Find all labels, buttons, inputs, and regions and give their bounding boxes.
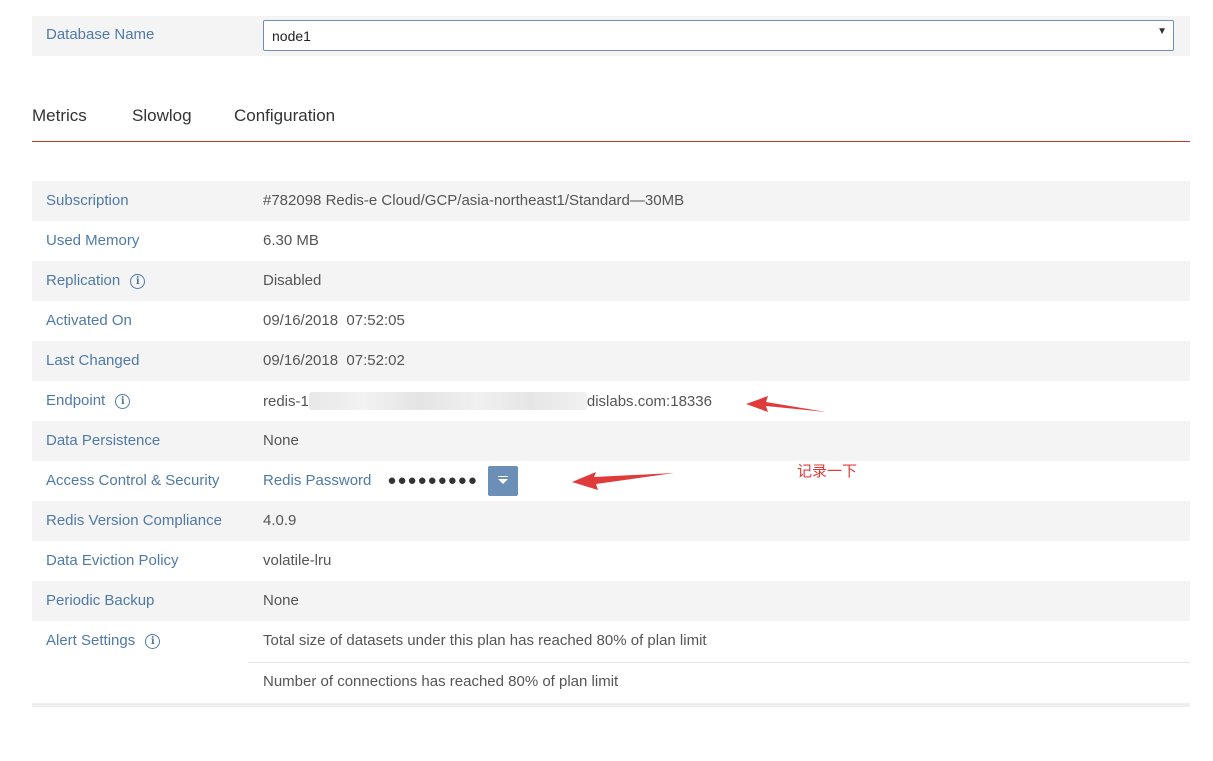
table-bottom-border [32, 703, 1190, 707]
table-row-data-persistence: Data Persistence None [32, 421, 1190, 461]
alert-item-text: Total size of datasets under this plan h… [263, 632, 707, 649]
access-control-value: Redis Password ●●●●●●●●● [263, 472, 478, 489]
table-row-replication: Replication i Disabled [32, 261, 1190, 301]
database-name-label: Database Name [46, 26, 155, 43]
alert-item: Total size of datasets under this plan h… [248, 621, 1190, 663]
endpoint-label: Endpoint [46, 392, 106, 409]
access-control-label: Access Control & Security [46, 472, 220, 489]
alert-settings-label: Alert Settings [46, 632, 136, 649]
last-changed-label: Last Changed [46, 352, 140, 369]
chevron-down-icon: ▼ [1157, 26, 1167, 37]
redis-password-label: Redis Password [263, 472, 372, 489]
redis-password-mask: ●●●●●●●●● [387, 472, 478, 489]
alert-settings-label-wrap: Alert Settings i [46, 632, 161, 649]
eviction-policy-label: Data Eviction Policy [46, 552, 179, 569]
replication-label: Replication [46, 272, 121, 289]
periodic-backup-value: None [263, 592, 299, 609]
used-memory-label: Used Memory [46, 232, 140, 249]
configuration-table: Subscription #782098 Redis-e Cloud/GCP/a… [32, 181, 1190, 707]
endpoint-suffix: dislabs.com:18336 [586, 393, 712, 410]
table-row-periodic-backup: Periodic Backup None [32, 581, 1190, 621]
info-icon[interactable]: i [115, 394, 131, 409]
table-row-endpoint: Endpoint i redis-1 dislabs.com:18336 [32, 381, 1190, 421]
last-changed-value: 09/16/2018 07:52:02 [263, 352, 405, 369]
data-persistence-value: None [263, 432, 299, 449]
redis-version-value: 4.0.9 [263, 512, 297, 529]
alert-item: Number of connections has reached 80% of… [248, 662, 1190, 703]
redis-version-label: Redis Version Compliance [46, 512, 222, 529]
subscription-value: #782098 Redis-e Cloud/GCP/asia-northeast… [263, 192, 685, 209]
database-select-value: node1 [272, 28, 311, 44]
endpoint-value: redis-1 dislabs.com:18336 [263, 392, 712, 410]
annotation-arrow-endpoint [746, 396, 826, 412]
table-row-used-memory: Used Memory 6.30 MB [32, 221, 1190, 261]
eviction-policy-value: volatile-lru [263, 552, 332, 569]
endpoint-label-wrap: Endpoint i [46, 392, 131, 409]
table-row-eviction-policy: Data Eviction Policy volatile-lru [32, 541, 1190, 581]
table-row-redis-version: Redis Version Compliance 4.0.9 [32, 501, 1190, 541]
table-row-alert-settings: Alert Settings i Total size of datasets u… [32, 621, 1190, 703]
subscription-label: Subscription [46, 192, 129, 209]
tab-bar: Metrics Slowlog Configuration [32, 106, 1190, 142]
periodic-backup-label: Periodic Backup [46, 592, 155, 609]
replication-label-wrap: Replication i [46, 272, 146, 289]
info-icon[interactable]: i [145, 634, 161, 649]
alert-item-text: Number of connections has reached 80% of… [263, 673, 619, 690]
annotation-note: 记录一下 [797, 462, 858, 480]
redacted-blur [308, 392, 587, 410]
reveal-password-button[interactable] [488, 466, 518, 496]
table-row-last-changed: Last Changed 09/16/2018 07:52:02 [32, 341, 1190, 381]
annotation-arrow-password [572, 472, 674, 490]
table-row-subscription: Subscription #782098 Redis-e Cloud/GCP/a… [32, 181, 1190, 221]
table-row-activated-on: Activated On 09/16/2018 07:52:05 [32, 301, 1190, 341]
replication-value: Disabled [263, 272, 322, 289]
used-memory-value: 6.30 MB [263, 232, 319, 249]
database-name-row: Database Name node1 ▼ [32, 16, 1190, 56]
endpoint-prefix: redis-1 [263, 393, 309, 410]
activated-on-label: Activated On [46, 312, 132, 329]
info-icon[interactable]: i [130, 274, 146, 289]
activated-on-value: 09/16/2018 07:52:05 [263, 312, 405, 329]
data-persistence-label: Data Persistence [46, 432, 161, 449]
database-select[interactable]: node1 ▼ [263, 20, 1174, 51]
tab-slowlog[interactable]: Slowlog [132, 106, 192, 126]
tab-metrics[interactable]: Metrics [32, 106, 87, 126]
tab-configuration[interactable]: Configuration [234, 106, 335, 126]
